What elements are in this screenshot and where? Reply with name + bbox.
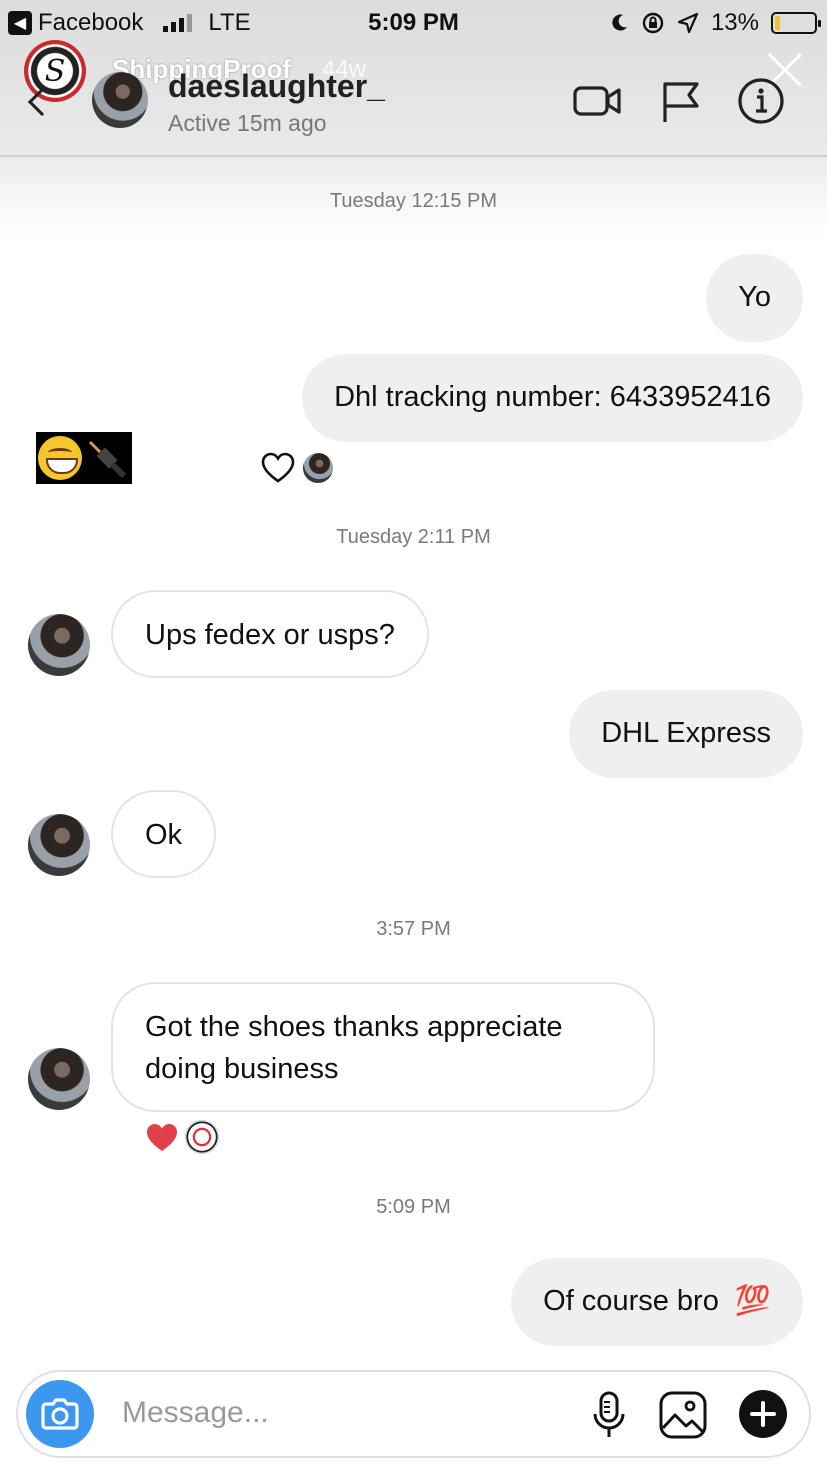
- avatar[interactable]: [28, 614, 90, 676]
- heart-icon[interactable]: [145, 1122, 179, 1154]
- message-text: Of course bro: [543, 1285, 719, 1317]
- message-text: DHL Express: [601, 717, 771, 749]
- battery-icon: [771, 12, 821, 34]
- avatar[interactable]: [92, 72, 148, 128]
- message-text: Ok: [145, 819, 183, 851]
- timestamp: 3:57 PM: [376, 918, 451, 940]
- message-text: Yo: [738, 281, 771, 313]
- message-sent[interactable]: Yo: [706, 254, 803, 342]
- message-composer: Message...: [16, 1370, 811, 1458]
- message-sent[interactable]: Dhl tracking number: 6433952416: [302, 354, 803, 442]
- camera-button[interactable]: [26, 1380, 94, 1448]
- timestamp: Tuesday 2:11 PM: [336, 526, 491, 548]
- message-sent[interactable]: Of course bro 💯: [511, 1258, 803, 1346]
- heart-outline-icon[interactable]: [261, 452, 295, 484]
- hundred-points-icon: 💯: [734, 1285, 771, 1317]
- info-icon[interactable]: [736, 76, 786, 126]
- timestamp: Tuesday 12:15 PM: [329, 190, 498, 212]
- reaction-avatar: [301, 451, 335, 485]
- camera-icon: [41, 1398, 79, 1430]
- chat-username[interactable]: daeslaughter_: [168, 68, 385, 105]
- message-text: Got the shoes thanks appreciate doing bu…: [145, 1011, 563, 1085]
- message-received[interactable]: Ups fedex or usps?: [111, 590, 429, 678]
- microphone-icon[interactable]: [584, 1390, 634, 1440]
- orientation-lock-icon: [642, 12, 664, 34]
- message-input[interactable]: Message...: [122, 1396, 269, 1430]
- grinning-face-icon: [38, 436, 82, 480]
- avatar[interactable]: [28, 1048, 90, 1110]
- moon-icon: [612, 14, 627, 31]
- timestamp: 5:09 PM: [376, 1196, 451, 1218]
- status-bar: ◀ Facebook LTE 5:09 PM 13%: [0, 6, 827, 40]
- message-sent[interactable]: DHL Express: [569, 690, 803, 778]
- header-divider: [0, 155, 827, 157]
- message-text: Dhl tracking number: 6433952416: [334, 381, 771, 413]
- add-button[interactable]: [739, 1390, 787, 1438]
- location-icon: [677, 12, 699, 34]
- gallery-icon[interactable]: [658, 1390, 708, 1440]
- reaction-avatar: [185, 1120, 219, 1154]
- avatar[interactable]: [28, 814, 90, 876]
- story-account-logo[interactable]: S: [24, 40, 86, 102]
- reply-sticker[interactable]: [36, 432, 132, 484]
- message-received[interactable]: Ok: [111, 790, 217, 878]
- message-received[interactable]: Got the shoes thanks appreciate doing bu…: [111, 982, 655, 1112]
- message-text: Ups fedex or usps?: [145, 619, 395, 651]
- plus-icon: [750, 1401, 776, 1427]
- active-status: Active 15m ago: [168, 110, 327, 136]
- flag-icon[interactable]: [656, 76, 706, 126]
- battery-percent: 13%: [710, 9, 759, 36]
- video-call-icon[interactable]: [572, 76, 622, 126]
- plug-icon: [88, 440, 126, 478]
